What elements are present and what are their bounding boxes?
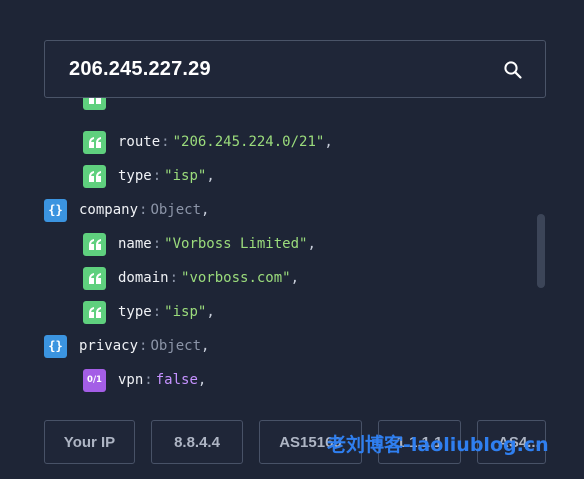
json-value: "Vorboss Limited": [164, 236, 308, 252]
json-colon: :: [144, 372, 153, 388]
json-row[interactable]: name : "Vorboss Limited" ,: [83, 232, 316, 256]
json-row[interactable]: type : "isp" ,: [83, 164, 215, 188]
json-value: Object: [150, 202, 202, 218]
json-colon: :: [152, 304, 162, 320]
quote-icon: [83, 98, 106, 110]
json-row[interactable]: domain : "vorboss.com" ,: [83, 266, 299, 290]
json-key: route: [118, 134, 161, 150]
search-input[interactable]: 206.245.227.29: [69, 58, 211, 81]
json-row[interactable]: route : "206.245.224.0/21" ,: [83, 130, 333, 154]
quote-icon: [83, 232, 106, 256]
json-key: privacy: [79, 338, 139, 354]
json-row-company[interactable]: {} company : Object ,: [44, 198, 209, 222]
json-comma: ,: [201, 338, 210, 354]
boolean-icon: 0/1: [83, 368, 106, 392]
json-key: company: [79, 202, 139, 218]
quote-icon: [83, 300, 106, 324]
quick-link-cloudflare-ip[interactable]: 1.1.1.1: [378, 420, 461, 464]
braces-icon: {}: [44, 198, 67, 222]
json-colon: :: [161, 134, 170, 150]
json-row-clipped: [83, 98, 118, 110]
json-value: "isp": [164, 168, 207, 184]
json-comma: ,: [206, 304, 215, 320]
json-colon: :: [169, 270, 179, 286]
json-comma: ,: [197, 372, 207, 388]
json-colon: :: [152, 168, 162, 184]
json-value: "isp": [164, 304, 207, 320]
json-comma: ,: [290, 270, 300, 286]
quick-link-your-ip[interactable]: Your IP: [44, 420, 135, 464]
json-comma: ,: [206, 168, 215, 184]
json-colon: :: [139, 338, 148, 354]
json-value: false: [155, 372, 198, 388]
braces-icon: {}: [44, 334, 67, 358]
quote-icon: [83, 266, 106, 290]
json-key: vpn: [118, 372, 144, 388]
json-key: name: [118, 236, 152, 252]
json-key: type: [118, 304, 152, 320]
quick-link-asn[interactable]: AS15169: [259, 420, 362, 464]
search-box[interactable]: 206.245.227.29: [44, 40, 546, 98]
json-comma: ,: [307, 236, 316, 252]
json-comma: ,: [201, 202, 210, 218]
quick-link-dns-ip[interactable]: 8.8.4.4: [151, 420, 243, 464]
quote-icon: [83, 130, 106, 154]
json-value: "vorboss.com": [181, 270, 291, 286]
quote-icon: [83, 164, 106, 188]
json-key: domain: [118, 270, 169, 286]
json-row-privacy[interactable]: {} privacy : Object ,: [44, 334, 209, 358]
search-icon[interactable]: [503, 60, 523, 80]
json-colon: :: [152, 236, 162, 252]
json-row[interactable]: type : "isp" ,: [83, 300, 215, 324]
json-row[interactable]: 0/1 vpn : false ,: [83, 368, 206, 392]
json-value: "206.245.224.0/21": [172, 134, 325, 150]
json-viewer: route : "206.245.224.0/21" , type : "isp…: [44, 98, 546, 401]
scrollbar-thumb[interactable]: [537, 214, 545, 288]
quick-link-asn-2[interactable]: AS4...: [477, 420, 546, 464]
json-value: Object: [150, 338, 202, 354]
json-comma: ,: [324, 134, 333, 150]
json-key: type: [118, 168, 152, 184]
json-colon: :: [139, 202, 148, 218]
